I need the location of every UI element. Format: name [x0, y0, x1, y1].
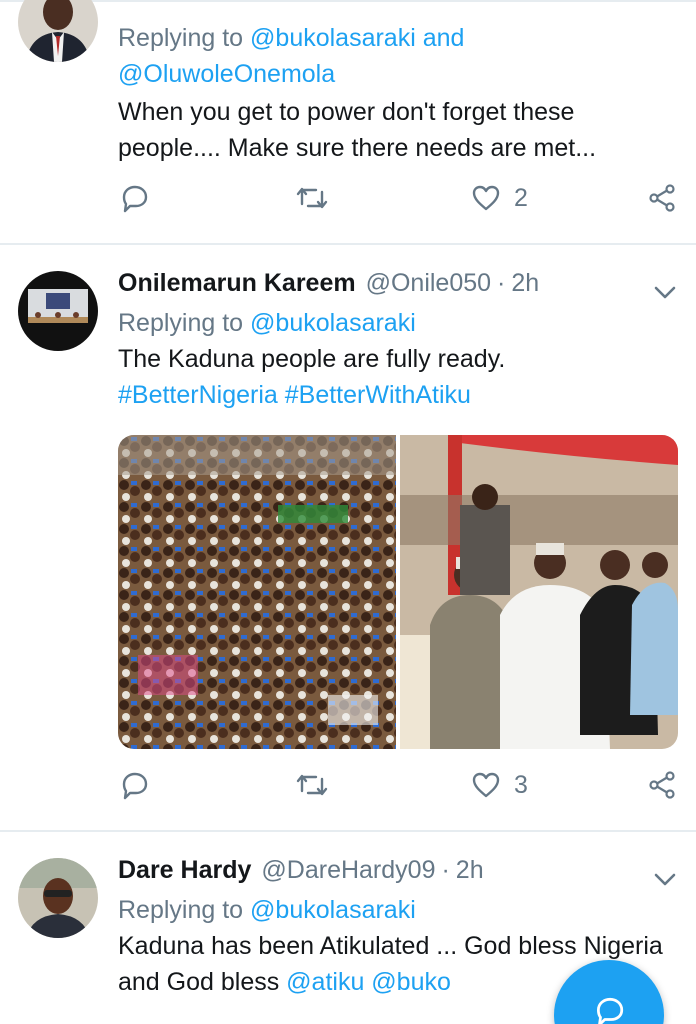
replying-handles[interactable]: @bukolasaraki [250, 309, 416, 337]
tweet-header: Onilemarun Kareem @Onile050 · 2h [118, 269, 676, 303]
like-button[interactable]: 3 [470, 765, 528, 805]
tweet-text: When you get to power don't forget these… [118, 98, 597, 162]
share-icon [649, 184, 675, 212]
tweet-1[interactable]: Replying to @bukolasaraki and @OluwoleOn… [0, 0, 696, 244]
retweet-button[interactable] [294, 765, 330, 805]
heart-icon [472, 772, 500, 798]
display-name[interactable]: Dare Hardy [118, 856, 251, 885]
replying-to-line: Replying to @bukolasaraki and @OluwoleOn… [118, 20, 676, 92]
share-button[interactable] [646, 765, 678, 805]
chevron-down-icon[interactable] [652, 866, 678, 892]
tweet-2-avatar[interactable] [18, 271, 98, 351]
chevron-down-icon[interactable] [652, 279, 678, 305]
replying-to-line: Replying to @bukolasaraki [118, 892, 676, 928]
retweet-icon [296, 774, 328, 796]
replying-prefix: Replying to [118, 309, 244, 337]
rally-crowd-photo[interactable] [118, 435, 396, 749]
tweet-2[interactable]: Onilemarun Kareem @Onile050 · 2h Replyin… [0, 245, 696, 830]
like-count: 2 [514, 183, 528, 212]
compose-icon [596, 997, 624, 1024]
user-handle[interactable]: @DareHardy09 [261, 856, 435, 885]
replying-handles[interactable]: @bukolasaraki [250, 896, 416, 924]
seated-dignitaries-photo[interactable] [400, 435, 678, 749]
timestamp[interactable]: 2h [456, 856, 484, 885]
timestamp[interactable]: 2h [511, 269, 539, 298]
retweet-button[interactable] [294, 178, 330, 218]
retweet-icon [296, 187, 328, 209]
tweet-text-mentions[interactable]: @atiku @buko [286, 968, 451, 996]
hashtags[interactable]: #BetterNigeria #BetterWithAtiku [118, 377, 676, 413]
separator: · [497, 269, 506, 297]
separator: · [441, 856, 450, 884]
tweet-3-avatar[interactable] [18, 858, 98, 938]
action-bar: 3 [118, 765, 678, 805]
action-bar: 2 [118, 178, 678, 218]
like-button[interactable]: 2 [470, 178, 528, 218]
share-icon [649, 771, 675, 799]
replying-prefix: Replying to [118, 24, 244, 52]
reply-button[interactable] [118, 178, 150, 218]
tweet-header: Dare Hardy @DareHardy09 · 2h [118, 856, 676, 890]
tweet-1-avatar[interactable] [18, 0, 98, 62]
replying-to-line: Replying to @bukolasaraki [118, 305, 676, 341]
like-count: 3 [514, 770, 528, 799]
share-button[interactable] [646, 178, 678, 218]
reply-button[interactable] [118, 765, 150, 805]
media-grid[interactable] [118, 435, 678, 749]
user-handle[interactable]: @Onile050 [366, 269, 491, 298]
replying-prefix: Replying to [118, 896, 244, 924]
reply-icon [122, 772, 148, 800]
reply-icon [122, 185, 148, 213]
tweet-text: The Kaduna people are fully ready. [118, 345, 506, 373]
heart-icon [472, 185, 500, 211]
display-name[interactable]: Onilemarun Kareem [118, 269, 356, 298]
